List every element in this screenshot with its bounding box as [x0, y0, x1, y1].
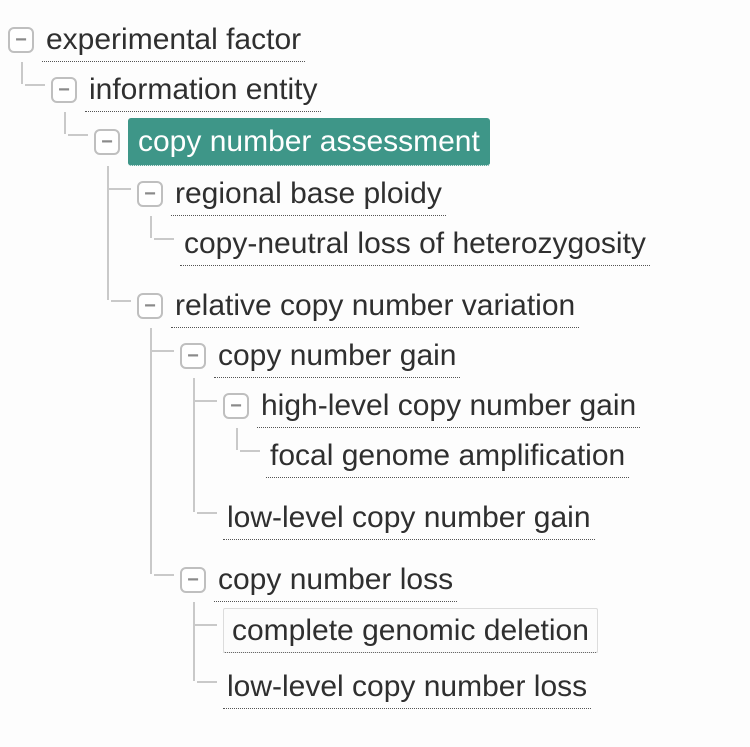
tree-row: −relative copy number variation: [137, 284, 742, 328]
tree-children: −high-level copy number gain focal genome…: [193, 378, 742, 546]
tree-children: focal genome amplification: [236, 428, 742, 484]
tree-item-low-level-copy-number-gain: low-level copy number gain: [223, 490, 742, 546]
tree-row: −high-level copy number gain: [223, 384, 742, 428]
tree-item-focal-genome-amplification: focal genome amplification: [266, 428, 742, 484]
collapse-toggle-icon[interactable]: −: [180, 343, 206, 369]
tree-item-copy-number-assessment: −copy number assessment−regional base pl…: [94, 112, 742, 733]
tree-label[interactable]: low-level copy number gain: [223, 496, 595, 540]
tree-label[interactable]: information entity: [85, 68, 321, 112]
tree-label[interactable]: low-level copy number loss: [223, 665, 591, 709]
collapse-toggle-icon[interactable]: −: [94, 129, 120, 155]
tree-item-regional-base-ploidy: −regional base ploidy copy-neutral loss o…: [137, 166, 742, 278]
tree-label[interactable]: high-level copy number gain: [257, 384, 640, 428]
ontology-tree: −experimental factor−information entity−…: [8, 12, 742, 745]
tree-label[interactable]: complete genomic deletion: [223, 608, 598, 653]
tree-children: −information entity−copy number assessme…: [21, 62, 742, 739]
tree-row: low-level copy number loss: [223, 665, 742, 709]
tree-label[interactable]: copy-neutral loss of heterozygosity: [180, 222, 650, 266]
tree-item-high-level-copy-number-gain: −high-level copy number gain focal genome…: [223, 378, 742, 490]
tree-label[interactable]: regional base ploidy: [171, 172, 446, 216]
tree-children: complete genomic deletion low-level copy …: [193, 602, 742, 715]
tree-label[interactable]: focal genome amplification: [266, 434, 629, 478]
tree-item-experimental-factor: −experimental factor−information entity−…: [8, 12, 742, 745]
tree-row: low-level copy number gain: [223, 496, 742, 540]
tree-item-information-entity: −information entity−copy number assessme…: [51, 62, 742, 739]
tree-item-copy-number-loss: −copy number losscomplete genomic deleti…: [180, 552, 742, 721]
tree-item-copy-number-gain: −copy number gain−high-level copy number…: [180, 328, 742, 552]
tree-item-low-level-copy-number-loss: low-level copy number loss: [223, 659, 742, 715]
tree-row: −regional base ploidy: [137, 172, 742, 216]
tree-children: −regional base ploidycopy-neutral loss o…: [107, 166, 742, 727]
tree-row: complete genomic deletion: [223, 608, 742, 653]
tree-row: focal genome amplification: [266, 434, 742, 478]
tree-children: −copy number assessment−regional base pl…: [64, 112, 742, 733]
tree-row: −experimental factor: [8, 18, 742, 62]
tree-item-copy-neutral-loss-of-heterozygosity: copy-neutral loss of heterozygosity: [180, 216, 742, 272]
tree-children: copy-neutral loss of heterozygosity: [150, 216, 742, 272]
tree-label[interactable]: relative copy number variation: [171, 284, 579, 328]
tree-row: −copy number gain: [180, 334, 742, 378]
collapse-toggle-icon[interactable]: −: [137, 293, 163, 319]
tree-label[interactable]: copy number assessment: [128, 118, 490, 166]
tree-row: −copy number assessment: [94, 118, 742, 166]
tree-row: −copy number loss: [180, 558, 742, 602]
tree-label[interactable]: copy number loss: [214, 558, 457, 602]
tree-row: −information entity: [51, 68, 742, 112]
tree-label[interactable]: experimental factor: [42, 18, 305, 62]
collapse-toggle-icon[interactable]: −: [8, 27, 34, 53]
collapse-toggle-icon[interactable]: −: [137, 181, 163, 207]
tree-item-relative-copy-number-variation: −relative copy number variation−copy num…: [137, 278, 742, 727]
tree-item-complete-genomic-deletion: complete genomic deletion: [223, 602, 742, 659]
tree-children: −copy number gain−high-level copy number…: [150, 328, 742, 721]
collapse-toggle-icon[interactable]: −: [223, 393, 249, 419]
collapse-toggle-icon[interactable]: −: [51, 77, 77, 103]
tree-row: copy-neutral loss of heterozygosity: [180, 222, 742, 266]
tree-label[interactable]: copy number gain: [214, 334, 460, 378]
collapse-toggle-icon[interactable]: −: [180, 567, 206, 593]
